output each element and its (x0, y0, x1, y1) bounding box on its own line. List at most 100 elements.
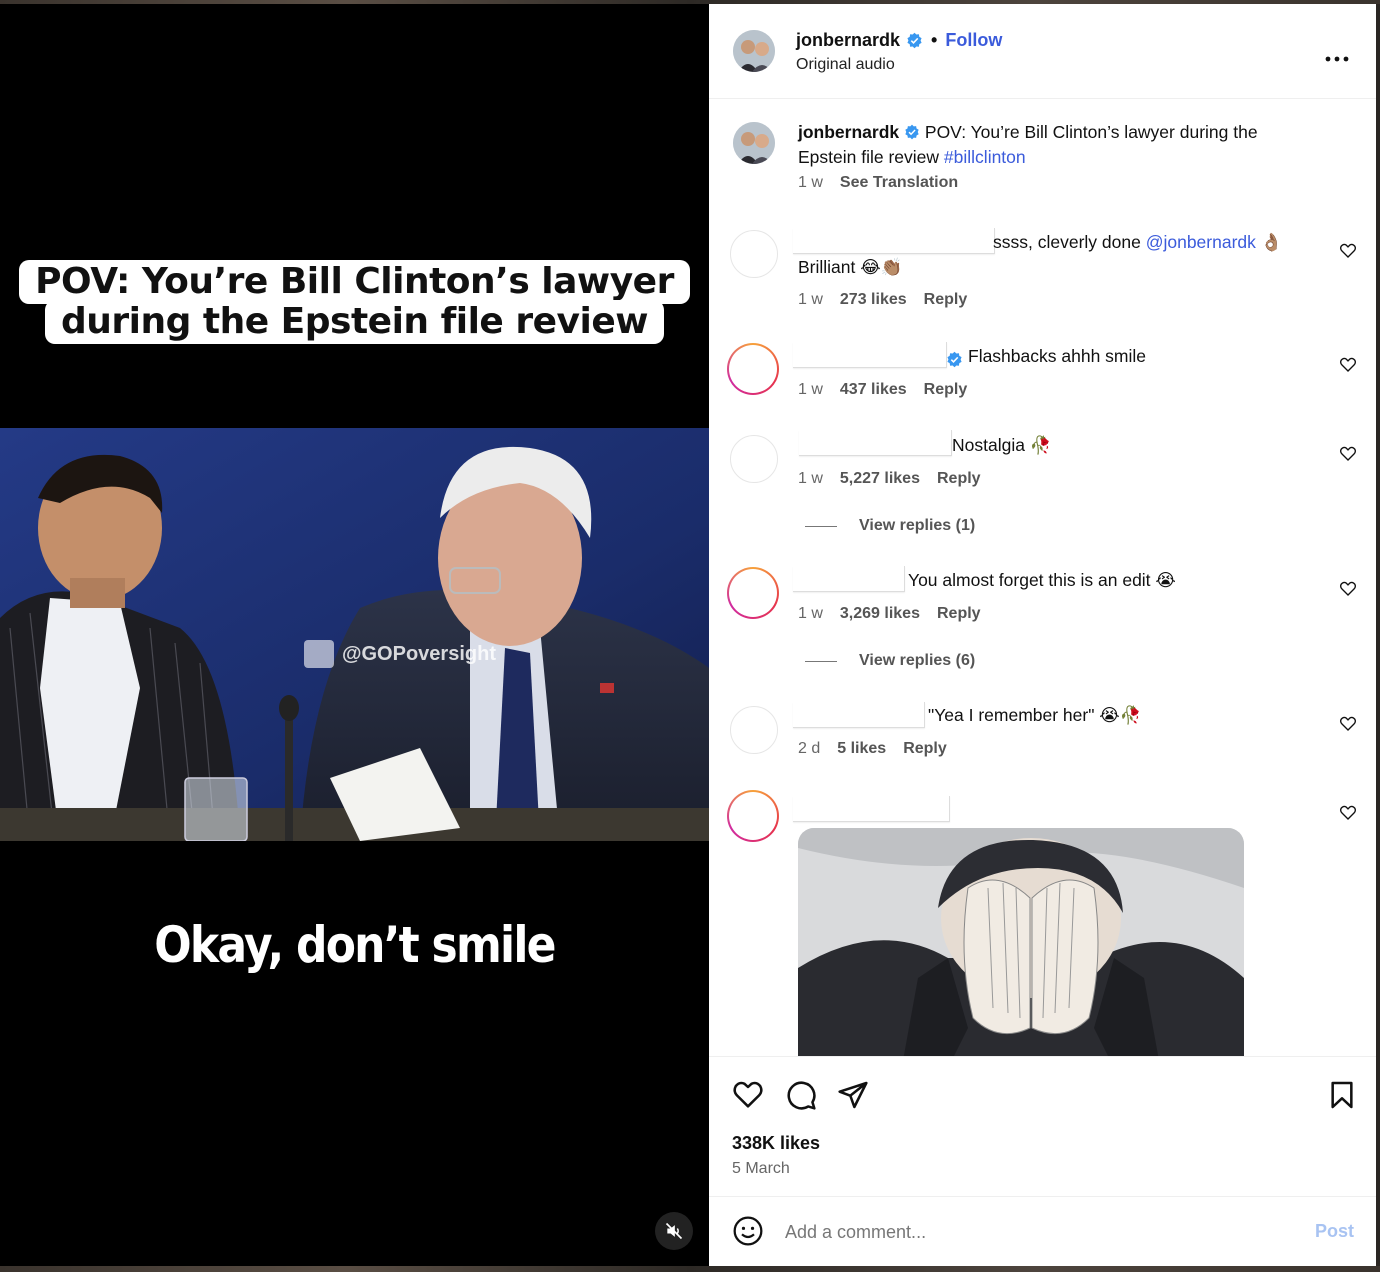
view-replies-label: View replies (6) (859, 652, 976, 669)
overlay-line-1: POV: You’re Bill Clinton’s lawyer (19, 260, 690, 304)
reply-button[interactable]: Reply (924, 291, 968, 309)
watermark-text: @GOPoversight (342, 642, 496, 665)
reply-button[interactable]: Reply (924, 381, 968, 399)
comment-likes[interactable]: 437 likes (840, 381, 907, 399)
caption-meta: 1 w See Translation (798, 174, 958, 192)
caption-hashtag[interactable]: #billclinton (944, 147, 1026, 167)
like-comment-heart-icon[interactable] (1339, 356, 1357, 374)
comment-time: 1 w (798, 470, 823, 487)
author-username[interactable]: jonbernardk (796, 30, 900, 51)
redacted-username (793, 566, 905, 592)
comment-time: 1 w (798, 291, 823, 308)
video-scene-illustration (0, 428, 709, 841)
reply-button[interactable]: Reply (903, 740, 947, 758)
comment-avatar-story[interactable] (727, 343, 779, 395)
comment-text: Flashbacks ahhh smile (968, 346, 1146, 366)
view-replies-button[interactable]: View replies (1) (805, 517, 975, 535)
post-date: 5 March (732, 1160, 790, 1177)
redacted-username (793, 342, 947, 368)
comment-avatar[interactable] (730, 435, 778, 483)
view-replies-button[interactable]: View replies (6) (805, 652, 975, 670)
more-options-button[interactable] (1325, 42, 1349, 68)
comment-mention[interactable]: @jonbernardk (1146, 232, 1256, 252)
comments-list[interactable]: jonbernardk POV: You’re Bill Clinton’s l… (709, 100, 1376, 1056)
post-panel: jonbernardk • Follow Original audio jonb… (709, 4, 1376, 1266)
replies-divider-line (805, 525, 837, 527)
verified-badge-icon (907, 32, 922, 49)
view-replies-label: View replies (1) (859, 517, 976, 534)
mute-button[interactable] (655, 1212, 693, 1250)
comment-likes[interactable]: 3,269 likes (840, 605, 920, 623)
comment-time: 1 w (798, 605, 823, 622)
emoji-smiley-icon[interactable] (732, 1215, 764, 1247)
likes-count[interactable]: 338K likes (732, 1133, 820, 1154)
save-bookmark-icon[interactable] (1326, 1079, 1358, 1111)
author-avatar[interactable] (733, 30, 775, 72)
like-comment-heart-icon[interactable] (1339, 580, 1357, 598)
redacted-username (799, 430, 952, 456)
comment-text: You almost forget this is an edit 😭 (908, 570, 1176, 590)
video-watermark: @GOPoversight (304, 640, 496, 668)
comment-text: "Yea I remember her" 😭🥀 (928, 705, 1142, 725)
comment-likes[interactable]: 5,227 likes (840, 470, 920, 488)
caption-username[interactable]: jonbernardk (798, 122, 899, 142)
video-player[interactable]: POV: You’re Bill Clinton’s lawyer during… (0, 4, 709, 1266)
caption-time: 1 w (798, 174, 823, 191)
share-send-icon[interactable] (837, 1079, 869, 1111)
replies-divider-line (805, 660, 837, 662)
comment-meta: 1 w 273 likes Reply (798, 291, 967, 309)
comment-text: Nostalgia 🥀 (952, 435, 1052, 455)
like-comment-heart-icon[interactable] (1339, 242, 1357, 260)
comment-text-line2: Brilliant 😂👏🏽 (798, 257, 903, 277)
speaker-muted-icon (665, 1222, 683, 1240)
comment-avatar-story[interactable] (727, 790, 779, 842)
comment-text-part: 👌🏽 (1255, 232, 1283, 252)
comment-meta: 1 w 3,269 likes Reply (798, 605, 981, 623)
reply-button[interactable]: Reply (937, 470, 981, 488)
comment-avatar-story[interactable] (727, 567, 779, 619)
capitol-logo-icon (304, 640, 334, 668)
see-translation-button[interactable]: See Translation (840, 174, 958, 192)
post-header: jonbernardk • Follow Original audio (709, 4, 1376, 99)
verified-badge-icon (947, 351, 962, 368)
post-caption: jonbernardk POV: You’re Bill Clinton’s l… (798, 120, 1318, 170)
comment-composer: Post (709, 1196, 1376, 1266)
original-audio-link[interactable]: Original audio (796, 56, 895, 74)
anime-facepalm-illustration (798, 828, 1244, 1056)
pov-overlay: POV: You’re Bill Clinton’s lawyer during… (0, 260, 709, 344)
overlay-line-2: during the Epstein file review (44, 300, 665, 344)
comment-bubble-icon[interactable] (785, 1079, 817, 1111)
comment-time: 2 d (798, 740, 821, 757)
comment-meta: 2 d 5 likes Reply (798, 740, 947, 758)
comment-likes[interactable]: 273 likes (840, 291, 907, 309)
verified-badge-icon (905, 124, 919, 140)
video-frame: @GOPoversight (0, 428, 709, 841)
comment-meta: 1 w 437 likes Reply (798, 381, 967, 399)
like-comment-heart-icon[interactable] (1339, 715, 1357, 733)
post-actions: 338K likes 5 March (709, 1056, 1376, 1196)
header-user-row: jonbernardk • Follow (796, 30, 1002, 51)
redacted-username (793, 702, 925, 728)
comment-likes[interactable]: 5 likes (837, 740, 886, 758)
follow-button[interactable]: Follow (945, 30, 1002, 51)
comment-meta: 1 w 5,227 likes Reply (798, 470, 981, 488)
like-heart-icon[interactable] (732, 1079, 764, 1111)
reply-button[interactable]: Reply (937, 605, 981, 623)
comment-avatar[interactable] (730, 706, 778, 754)
comment-gif[interactable] (798, 828, 1244, 1056)
caption-author-avatar[interactable] (733, 122, 775, 164)
header-separator: • (931, 30, 938, 50)
video-subtitle: Okay, don’t smile (154, 916, 556, 974)
background-strip-bottom (0, 1266, 1380, 1272)
more-horizontal-icon (1325, 56, 1349, 62)
post-comment-button[interactable]: Post (1315, 1221, 1354, 1242)
like-comment-heart-icon[interactable] (1339, 804, 1357, 822)
add-comment-input[interactable] (785, 1219, 1265, 1245)
comment-text: ssss, cleverly done @jonbernardk 👌🏽 (993, 230, 1283, 255)
author-photo-icon (733, 122, 775, 164)
comment-avatar[interactable] (730, 230, 778, 278)
comment-time: 1 w (798, 381, 823, 398)
redacted-username (793, 796, 950, 822)
like-comment-heart-icon[interactable] (1339, 445, 1357, 463)
redacted-username (793, 228, 995, 254)
